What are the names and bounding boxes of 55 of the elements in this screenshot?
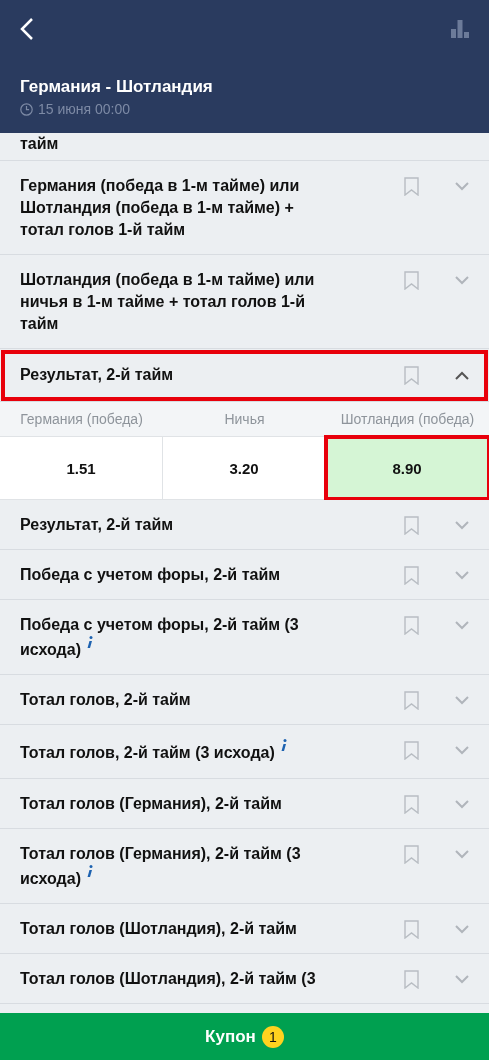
clock-icon <box>20 102 33 116</box>
chevron-down-icon[interactable] <box>455 571 469 580</box>
market-title: Результат, 2-й тайм <box>20 365 175 385</box>
bookmark-icon[interactable] <box>404 177 419 196</box>
chevron-up-icon[interactable] <box>455 371 469 380</box>
outcome-label: Ничья <box>223 411 266 427</box>
coupon-button[interactable]: Купон 1 <box>0 1013 489 1060</box>
market-row[interactable]: Результат, 2-й тайм <box>0 349 489 402</box>
chevron-down-icon[interactable] <box>455 621 469 630</box>
market-title: Тотал голов (Германия), 2-й тайм (3 исхода) <box>20 843 302 889</box>
market-title: Тотал голов (Германия), 2-й тайм <box>20 793 283 814</box>
info-icon[interactable] <box>85 636 93 649</box>
odds-button[interactable]: 8.90 <box>326 437 489 499</box>
bookmark-icon[interactable] <box>404 920 419 939</box>
market-title: Шотландия (победа в 1-м тайме) или ничья в 1-м тайме + тотал голов 1-й тайм <box>20 270 316 334</box>
chevron-down-icon[interactable] <box>455 849 469 859</box>
market-title: тайм <box>20 134 60 154</box>
info-icon[interactable] <box>85 864 93 878</box>
bookmark-icon[interactable] <box>404 366 419 385</box>
outcome-label: Германия (победа) <box>19 411 144 427</box>
bookmark-icon[interactable] <box>404 616 419 635</box>
market-title: Тотал голов (Шотландия), 2-й тайм <box>20 919 298 939</box>
coupon-count-badge: 1 <box>261 1025 284 1048</box>
market-title: Победа с учетом форы, 2-й тайм (3 исхода) <box>20 615 300 661</box>
bookmark-icon[interactable] <box>404 271 419 290</box>
info-icon[interactable] <box>279 739 287 753</box>
chevron-down-icon[interactable] <box>455 746 469 756</box>
bookmark-icon[interactable] <box>404 566 419 585</box>
bookmark-icon[interactable] <box>404 794 419 814</box>
market-title: Победа с учетом форы, 2-й тайм <box>20 565 282 585</box>
chevron-down-icon[interactable] <box>455 696 469 706</box>
chevron-down-icon[interactable] <box>455 276 469 285</box>
market-title: Тотал голов, 2-й тайм <box>20 690 192 711</box>
market-row[interactable]: тайм <box>0 133 489 161</box>
bookmark-icon[interactable] <box>404 844 419 864</box>
market-title: Германия (победа в 1-м тайме) или Шотландия (победа в 1-м тайме) + тотал голов 1-й тайм <box>20 176 301 240</box>
chevron-down-icon[interactable] <box>455 975 469 984</box>
bookmark-icon[interactable] <box>404 691 419 711</box>
market-title: Результат, 2-й тайм <box>20 515 175 535</box>
bookmark-icon[interactable] <box>404 741 419 761</box>
back-icon[interactable] <box>20 17 34 41</box>
outcome-label: Шотландия (победа) <box>339 411 476 427</box>
chevron-down-icon[interactable] <box>455 925 469 934</box>
chevron-down-icon[interactable] <box>455 521 469 530</box>
odds-button[interactable]: 3.20 <box>163 437 326 499</box>
match-title: Германия - Шотландия <box>20 77 214 97</box>
market-title: Тотал голов, 2-й тайм (3 исхода) <box>20 739 404 765</box>
odds-button[interactable]: 1.51 <box>0 437 163 499</box>
bar-chart-icon[interactable] <box>451 20 469 38</box>
chevron-down-icon[interactable] <box>455 182 469 191</box>
chevron-down-icon[interactable] <box>455 799 469 809</box>
match-datetime: 15 июня 00:00 <box>38 101 131 117</box>
bookmark-icon[interactable] <box>404 516 419 535</box>
bookmark-icon[interactable] <box>404 970 419 989</box>
market-title: Тотал голов (Шотландия), 2-й тайм (3 <box>20 969 317 989</box>
